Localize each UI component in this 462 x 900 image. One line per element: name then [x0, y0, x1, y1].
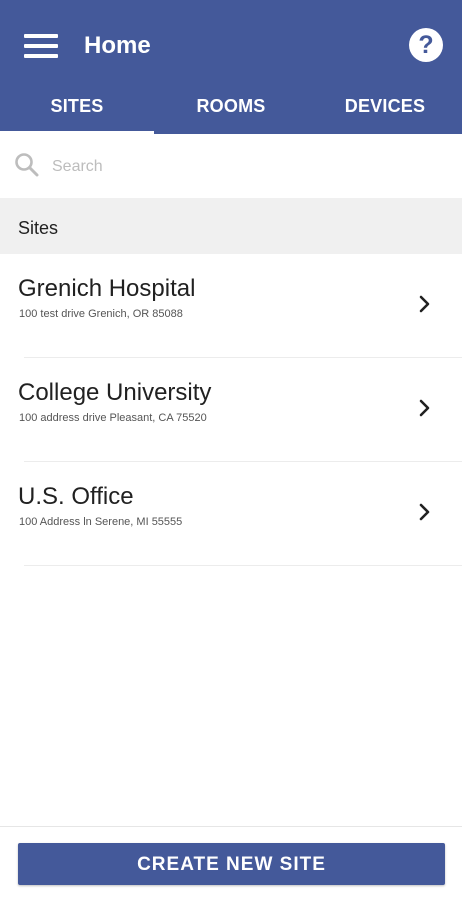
site-name: U.S. Office — [18, 483, 134, 510]
app-screen: Home ? SITES ROOMS DEVICES Sites Grenich… — [0, 0, 462, 900]
create-new-site-button[interactable]: CREATE NEW SITE — [18, 843, 445, 885]
divider — [24, 565, 462, 566]
divider — [0, 826, 462, 827]
site-list: Grenich Hospital 100 test drive Grenich,… — [0, 254, 462, 566]
page-title: Home — [84, 32, 151, 59]
app-header: Home ? SITES ROOMS DEVICES — [0, 0, 462, 134]
tab-label: SITES — [50, 96, 104, 116]
site-address: 100 address drive Pleasant, CA 75520 — [19, 412, 207, 424]
chevron-right-icon — [419, 295, 430, 313]
chevron-right-icon — [419, 503, 430, 521]
tab-sites[interactable]: SITES — [0, 80, 154, 134]
tab-bar: SITES ROOMS DEVICES — [0, 80, 462, 134]
tab-label: DEVICES — [344, 96, 426, 116]
tab-devices[interactable]: DEVICES — [308, 80, 462, 134]
list-item[interactable]: U.S. Office 100 Address ln Serene, MI 55… — [0, 462, 462, 566]
site-address: 100 test drive Grenich, OR 85088 — [19, 308, 183, 320]
site-address: 100 Address ln Serene, MI 55555 — [19, 516, 183, 528]
search-input[interactable] — [52, 152, 432, 182]
list-item[interactable]: Grenich Hospital 100 test drive Grenich,… — [0, 254, 462, 358]
tab-rooms[interactable]: ROOMS — [154, 80, 308, 134]
chevron-right-icon — [419, 399, 430, 417]
site-name: Grenich Hospital — [18, 275, 196, 302]
list-item[interactable]: College University 100 address drive Ple… — [0, 358, 462, 462]
tab-label: ROOMS — [196, 96, 266, 116]
section-title: Sites — [18, 218, 59, 238]
help-icon[interactable]: ? — [409, 28, 443, 62]
hamburger-menu-icon[interactable] — [22, 30, 60, 62]
section-header: Sites — [0, 198, 462, 254]
search-bar — [0, 134, 462, 198]
site-name: College University — [18, 379, 212, 406]
search-icon — [15, 153, 39, 177]
